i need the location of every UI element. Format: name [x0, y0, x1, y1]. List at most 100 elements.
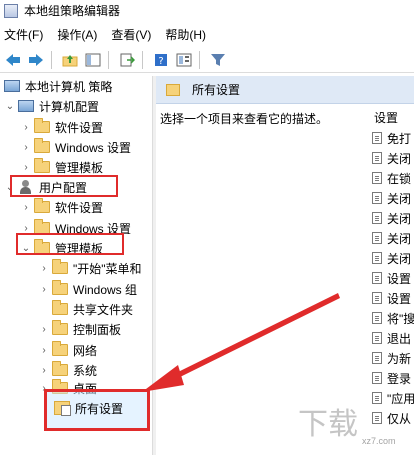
setting-row[interactable]: 设置: [372, 288, 414, 308]
setting-row[interactable]: 退出: [372, 328, 414, 348]
tree-item-uc-software[interactable]: › 软件设置: [20, 197, 103, 217]
filter-icon[interactable]: [208, 50, 228, 70]
tree-item-cc-software[interactable]: › 软件设置: [20, 117, 103, 137]
chevron-right-icon[interactable]: ›: [38, 324, 50, 335]
tree-item-shared-folders[interactable]: 共享文件夹: [38, 299, 133, 319]
setting-row[interactable]: 关闭: [372, 148, 414, 168]
toolbar-separator: [108, 50, 109, 69]
tree-label: 管理模板: [55, 160, 104, 175]
setting-label: 退出: [387, 331, 412, 346]
settings-column-header[interactable]: 设置: [374, 109, 398, 126]
toolbar-separator: [142, 50, 143, 69]
show-hide-tree-icon[interactable]: [83, 50, 103, 70]
setting-row[interactable]: 免打: [372, 128, 414, 148]
tree-item-all-settings[interactable]: 所有设置: [52, 398, 123, 418]
setting-row[interactable]: 将"搜: [372, 308, 414, 328]
setting-row[interactable]: 在锁: [372, 168, 414, 188]
setting-row[interactable]: "应用: [372, 388, 414, 408]
tree-item-system[interactable]: › 系统: [38, 360, 97, 380]
tree-item-network[interactable]: › 网络: [38, 340, 97, 360]
tree-item-local-computer-policy[interactable]: 本地计算机 策略: [0, 76, 112, 96]
description-text: 选择一个项目来查看它的描述。: [160, 112, 329, 126]
tree-label: 本地计算机 策略: [25, 79, 113, 94]
tree-item-cc-windows[interactable]: › Windows 设置: [20, 137, 131, 157]
setting-row[interactable]: 为新: [372, 348, 414, 368]
tree-label: 网络: [73, 343, 98, 358]
setting-label: "应用: [387, 391, 414, 406]
tree-label: 所有设置: [75, 401, 124, 416]
chevron-right-icon[interactable]: ›: [20, 162, 32, 173]
setting-row[interactable]: 关闭: [372, 228, 414, 248]
setting-label: 将"搜: [387, 311, 414, 326]
details-pane: 所有设置 选择一个项目来查看它的描述。 设置 免打 关闭 在锁 关闭 关闭 关闭 关闭 设置设…: [156, 76, 414, 455]
policy-setting-icon: [372, 172, 382, 184]
chevron-right-icon[interactable]: ›: [38, 345, 50, 356]
policy-setting-icon: [372, 132, 382, 144]
chevron-right-icon[interactable]: ›: [20, 142, 32, 153]
policy-setting-icon: [372, 352, 382, 364]
chevron-down-icon[interactable]: ⌄: [4, 101, 16, 112]
setting-label: 关闭: [387, 251, 412, 266]
chevron-right-icon[interactable]: ›: [20, 202, 32, 213]
setting-row[interactable]: 关闭: [372, 188, 414, 208]
folder-up-icon[interactable]: [60, 50, 80, 70]
tree-item-cc-admin[interactable]: › 管理模板: [20, 157, 103, 177]
setting-label: 关闭: [387, 231, 412, 246]
computer-policy-icon: [4, 80, 20, 92]
menu-file[interactable]: 文件(F): [0, 26, 47, 43]
toolbar: ?: [0, 47, 414, 73]
setting-row[interactable]: 关闭: [372, 248, 414, 268]
policy-setting-icon: [372, 212, 382, 224]
setting-label: 登录: [387, 371, 412, 386]
folder-icon: [34, 118, 50, 133]
policy-editor-app-icon: [4, 3, 18, 18]
tree-label: 软件设置: [55, 120, 104, 135]
properties-icon[interactable]: [174, 50, 194, 70]
policy-setting-icon: [372, 192, 382, 204]
setting-label: 免打: [387, 131, 412, 146]
folder-icon: [34, 198, 50, 213]
tree-item-computer-config[interactable]: ⌄ 计算机配置: [4, 96, 99, 116]
folder-icon: [52, 320, 68, 335]
tree-item-windows-components[interactable]: › Windows 组: [38, 279, 137, 299]
tree-label: 软件设置: [55, 200, 104, 215]
export-list-icon[interactable]: [117, 50, 137, 70]
policy-setting-icon: [372, 232, 382, 244]
folder-icon: [34, 158, 50, 173]
menu-help[interactable]: 帮助(H): [161, 26, 210, 43]
setting-label: 关闭: [387, 211, 412, 226]
setting-row[interactable]: 关闭: [372, 208, 414, 228]
chevron-right-icon[interactable]: ›: [38, 365, 50, 376]
folder-icon: [52, 280, 68, 295]
chevron-right-icon[interactable]: ›: [20, 223, 32, 234]
chevron-right-icon[interactable]: ›: [38, 284, 50, 295]
tree-label: Windows 组: [73, 282, 138, 297]
help-icon[interactable]: ?: [151, 50, 171, 70]
policy-setting-icon: [372, 372, 382, 384]
folder-icon: [166, 83, 180, 96]
setting-row[interactable]: 仅从: [372, 408, 414, 428]
setting-row[interactable]: 登录: [372, 368, 414, 388]
tree-item-start-menu[interactable]: › "开始"菜单和: [38, 258, 142, 278]
menu-view[interactable]: 查看(V): [107, 26, 155, 43]
details-header: 所有设置: [156, 76, 414, 104]
setting-label: 设置: [387, 271, 412, 286]
policy-setting-icon: [372, 272, 382, 284]
folder-icon: [52, 341, 68, 356]
setting-row[interactable]: 设置: [372, 268, 414, 288]
setting-label: 关闭: [387, 191, 412, 206]
tree-label: 计算机配置: [39, 99, 100, 114]
toolbar-separator: [51, 50, 52, 69]
title-bar: 本地组策略编辑器: [0, 0, 414, 21]
setting-label: 关闭: [387, 151, 412, 166]
highlight-user-config: [10, 175, 118, 197]
chevron-right-icon[interactable]: ›: [38, 263, 50, 274]
menu-action[interactable]: 操作(A): [53, 26, 101, 43]
tree-label: 系统: [73, 363, 98, 378]
policy-setting-icon: [372, 332, 382, 344]
chevron-right-icon[interactable]: ›: [20, 122, 32, 133]
back-arrow-icon[interactable]: [3, 50, 23, 70]
forward-arrow-icon[interactable]: [26, 50, 46, 70]
watermark-text: xz7.com: [362, 436, 396, 446]
tree-item-control-panel[interactable]: › 控制面板: [38, 319, 121, 339]
